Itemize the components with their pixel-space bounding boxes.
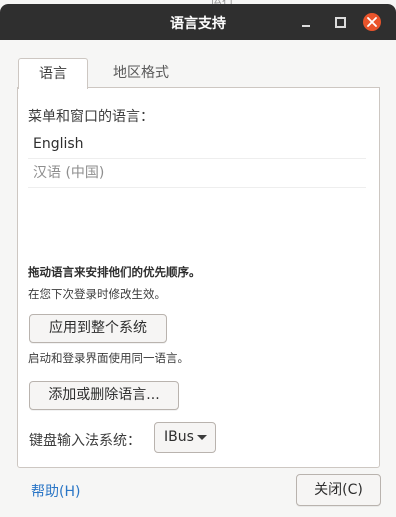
title-bar[interactable]: 语言支持	[0, 4, 396, 40]
language-list[interactable]: English 汉语 (中国)	[28, 130, 366, 188]
close-icon	[367, 17, 377, 27]
login-screen-hint: 启动和登录界面使用同一语言。	[28, 351, 189, 365]
list-item[interactable]: 汉语 (中国)	[28, 159, 366, 188]
input-method-value: IBus	[164, 429, 194, 445]
close-button[interactable]: 关闭(C)	[296, 474, 381, 506]
menu-language-label: 菜单和窗口的语言：	[28, 109, 154, 125]
tab-regional-formats[interactable]: 地区格式	[98, 58, 184, 87]
next-login-hint: 在您下次登录时修改生效。	[28, 287, 166, 301]
apply-system-wide-button[interactable]: 应用到整个系统	[29, 314, 167, 343]
maximize-button[interactable]	[330, 12, 350, 32]
close-window-button[interactable]	[363, 13, 381, 31]
list-item[interactable]: English	[28, 130, 366, 159]
tab-language[interactable]: 语言	[18, 58, 88, 89]
help-link[interactable]: 帮助(H)	[31, 481, 80, 501]
drag-hint: 拖动语言来安排他们的优先顺序。	[28, 265, 201, 279]
input-method-dropdown[interactable]: IBus	[154, 422, 216, 453]
chevron-down-icon	[197, 435, 207, 440]
minimize-button[interactable]	[296, 12, 316, 32]
add-remove-languages-button[interactable]: 添加或删除语言...	[29, 381, 179, 410]
keyboard-input-label: 键盘输入法系统：	[29, 433, 141, 449]
